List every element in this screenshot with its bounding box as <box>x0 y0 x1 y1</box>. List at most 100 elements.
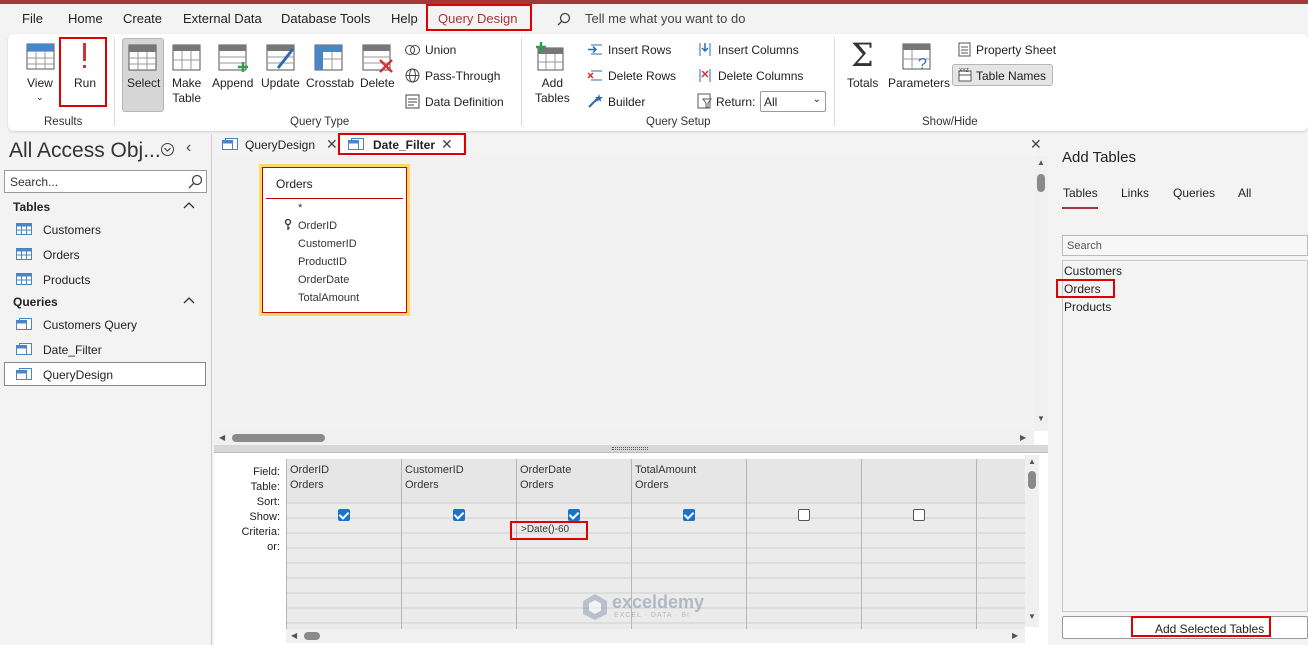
tables-section-header[interactable]: Tables <box>13 200 50 214</box>
show-checkbox[interactable] <box>338 509 350 521</box>
collapse-up-icon[interactable] <box>183 295 195 305</box>
scroll-down-icon[interactable]: ▼ <box>1037 414 1045 423</box>
table-pane-horizontal-scrollbar[interactable]: ◀ ▶ <box>214 431 1034 445</box>
row-label-criteria: Criteria: <box>241 526 280 538</box>
append-button[interactable]: Append <box>212 76 253 91</box>
chevron-down-circle-icon[interactable] <box>160 142 175 157</box>
close-document-icon[interactable]: ✕ <box>1030 136 1042 153</box>
add-tables-tab-queries[interactable]: Queries <box>1173 186 1215 200</box>
insert-rows-button[interactable]: Insert Rows <box>608 43 671 57</box>
crosstab-button[interactable]: Crosstab <box>306 76 354 91</box>
menu-create[interactable]: Create <box>123 11 162 26</box>
field-orderdate[interactable]: OrderDate <box>298 274 349 286</box>
show-checkbox[interactable] <box>913 509 925 521</box>
delete-button[interactable]: Delete <box>360 76 395 91</box>
grid-field-cell[interactable]: TotalAmount <box>635 464 696 476</box>
insert-columns-button[interactable]: Insert Columns <box>718 43 799 57</box>
make-table-button[interactable]: Make Table <box>172 76 201 106</box>
menu-file[interactable]: File <box>22 11 43 26</box>
grid-table-cell[interactable]: Orders <box>405 479 439 491</box>
show-checkbox[interactable] <box>453 509 465 521</box>
scroll-thumb[interactable] <box>1037 174 1045 192</box>
union-button[interactable]: Union <box>425 43 456 57</box>
chevron-down-icon[interactable]: ⌄ <box>36 90 44 105</box>
grid-table-cell[interactable]: Orders <box>290 479 324 491</box>
add-tables-item-products[interactable]: Products <box>1064 300 1111 314</box>
grid-horizontal-scrollbar[interactable]: ◀ ▶ <box>286 629 1025 643</box>
scroll-thumb[interactable] <box>1028 471 1036 489</box>
update-button[interactable]: Update <box>261 76 300 91</box>
tab-querydesign[interactable]: QueryDesign <box>245 138 315 152</box>
scroll-up-icon[interactable]: ▲ <box>1028 457 1036 466</box>
nav-search-input[interactable]: Search... <box>4 170 207 193</box>
grid-table-cell[interactable]: Orders <box>520 479 554 491</box>
field-customerid[interactable]: CustomerID <box>298 238 357 250</box>
scroll-thumb[interactable] <box>232 434 325 442</box>
scroll-thumb[interactable] <box>304 632 320 640</box>
field-orderid[interactable]: OrderID <box>298 220 337 232</box>
menu-help[interactable]: Help <box>391 11 418 26</box>
scroll-left-icon[interactable]: ◀ <box>291 631 297 640</box>
nav-table-customers[interactable]: Customers <box>43 223 101 237</box>
parameters-button[interactable]: Parameters <box>888 76 950 91</box>
queries-section-header[interactable]: Queries <box>13 295 58 309</box>
data-definition-button[interactable]: Data Definition <box>425 95 504 109</box>
show-checkbox[interactable] <box>568 509 580 521</box>
add-tables-tab-links[interactable]: Links <box>1121 186 1149 200</box>
pass-through-button[interactable]: Pass-Through <box>425 69 500 83</box>
pane-splitter[interactable] <box>214 445 1048 452</box>
add-tables-tab-all[interactable]: All <box>1238 186 1251 200</box>
splitter-grip[interactable] <box>612 447 648 450</box>
nav-query-date-filter[interactable]: Date_Filter <box>43 343 102 357</box>
field-productid[interactable]: ProductID <box>298 256 347 268</box>
grid-table-cell[interactable]: Orders <box>635 479 669 491</box>
view-button[interactable]: View <box>27 76 53 91</box>
scroll-down-icon[interactable]: ▼ <box>1028 612 1036 621</box>
table-names-icon: XYZ <box>958 68 972 82</box>
orders-field-list[interactable]: Orders * OrderID CustomerID ProductID Or… <box>259 164 410 316</box>
property-sheet-button[interactable]: Property Sheet <box>976 43 1056 57</box>
add-tables-search-input[interactable]: Search <box>1062 235 1308 256</box>
add-tables-tab-tables[interactable]: Tables <box>1063 186 1098 200</box>
grid-columns-area: OrderID Orders CustomerID Orders OrderDa… <box>286 459 1025 629</box>
add-tables-button[interactable]: Add Tables <box>535 76 570 106</box>
field-all[interactable]: * <box>298 202 302 214</box>
menu-external-data[interactable]: External Data <box>183 11 262 26</box>
watermark-name: exceldemy <box>612 592 705 612</box>
show-checkbox[interactable] <box>798 509 810 521</box>
row-label-or: or: <box>267 541 280 553</box>
grid-field-cell[interactable]: OrderDate <box>520 464 571 476</box>
make-table-label-1: Make <box>172 76 202 90</box>
nav-table-products[interactable]: Products <box>43 273 90 287</box>
grid-field-cell[interactable]: OrderID <box>290 464 329 476</box>
delete-columns-button[interactable]: Delete Columns <box>718 69 803 83</box>
add-tables-item-customers[interactable]: Customers <box>1064 264 1122 278</box>
active-tab-underline <box>1062 207 1098 209</box>
return-select[interactable]: All ⌄ <box>760 91 826 112</box>
delete-rows-button[interactable]: Delete Rows <box>608 69 676 83</box>
group-separator <box>834 38 835 126</box>
close-icon[interactable]: ✕ <box>326 136 338 153</box>
builder-button[interactable]: Builder <box>608 95 645 109</box>
nav-query-querydesign[interactable]: QueryDesign <box>43 368 113 382</box>
grid-vertical-scrollbar[interactable]: ▲ ▼ <box>1025 455 1039 627</box>
show-checkbox[interactable] <box>683 509 695 521</box>
grid-field-cell[interactable]: CustomerID <box>405 464 464 476</box>
menu-database-tools[interactable]: Database Tools <box>281 11 370 26</box>
scroll-right-icon[interactable]: ▶ <box>1020 433 1026 442</box>
field-totalamount[interactable]: TotalAmount <box>298 292 359 304</box>
table-pane-vertical-scrollbar[interactable]: ▲ ▼ <box>1034 156 1048 431</box>
scroll-up-icon[interactable]: ▲ <box>1037 158 1045 167</box>
nav-pane-title[interactable]: All Access Obj... <box>9 139 161 163</box>
menu-home[interactable]: Home <box>68 11 103 26</box>
scroll-right-icon[interactable]: ▶ <box>1012 631 1018 640</box>
scroll-left-icon[interactable]: ◀ <box>219 433 225 442</box>
nav-table-orders[interactable]: Orders <box>43 248 80 262</box>
nav-query-customers-query[interactable]: Customers Query <box>43 318 137 332</box>
collapse-up-icon[interactable] <box>183 200 195 210</box>
collapse-pane-icon[interactable]: ‹ <box>186 139 191 157</box>
table-names-button[interactable]: XYZ Table Names <box>952 64 1053 86</box>
tell-me-box[interactable]: Tell me what you want to do <box>585 11 745 26</box>
svg-text:?: ? <box>918 56 927 72</box>
totals-button[interactable]: Totals <box>847 76 878 91</box>
